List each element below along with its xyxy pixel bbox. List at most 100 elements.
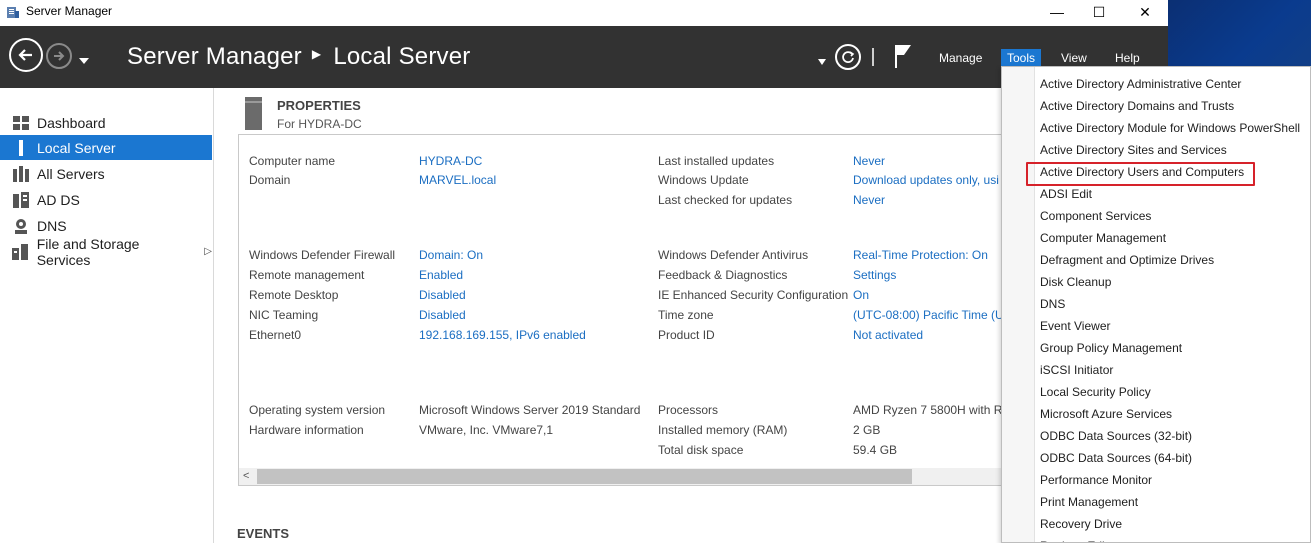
prop-label: Ethernet0	[249, 328, 302, 342]
sidebar-item-dashboard[interactable]: Dashboard	[0, 110, 212, 135]
tools-menu-item-performance-monitor[interactable]: Performance Monitor	[1040, 469, 1152, 491]
computer-name-link[interactable]: HYDRA-DC	[419, 154, 482, 168]
tools-menu-item-disk-cleanup[interactable]: Disk Cleanup	[1040, 271, 1111, 293]
close-button[interactable]: ✕	[1122, 0, 1168, 24]
tools-menu-item-print-management[interactable]: Print Management	[1040, 491, 1138, 513]
processors-value: AMD Ryzen 7 5800H with Ra	[853, 403, 1010, 417]
prop-label: Remote management	[249, 268, 365, 282]
sidebar-item-file-storage[interactable]: File and Storage Services ▷	[0, 236, 212, 268]
sidebar-item-ad-ds[interactable]: AD DS	[0, 187, 212, 212]
prop-label: Remote Desktop	[249, 288, 339, 302]
local-server-icon	[12, 139, 29, 156]
tools-menu-item-active-directory-domains-and-trusts[interactable]: Active Directory Domains and Trusts	[1040, 95, 1234, 117]
properties-panel: Computer name HYDRA-DC Domain MARVEL.loc…	[238, 134, 1018, 486]
scroll-left-icon[interactable]: <	[243, 468, 249, 485]
menu-help[interactable]: Help	[1109, 49, 1146, 67]
windows-update-link[interactable]: Download updates only, usi	[853, 173, 999, 187]
firewall-link[interactable]: Domain: On	[419, 248, 483, 262]
disk-space-value: 59.4 GB	[853, 443, 898, 457]
horizontal-scrollbar[interactable]: <	[239, 468, 1001, 485]
sidebar-item-label: File and Storage Services	[36, 235, 140, 268]
scrollbar-thumb[interactable]	[257, 469, 912, 484]
tools-menu-item-adsi-edit[interactable]: ADSI Edit	[1040, 183, 1092, 205]
tools-menu-item-recovery-drive[interactable]: Recovery Drive	[1040, 513, 1122, 535]
prop-label: Domain	[249, 173, 291, 187]
breadcrumb-app-name: Server Manager	[127, 43, 302, 70]
close-icon: ✕	[1139, 3, 1151, 20]
tools-menu-item-iscsi-initiator[interactable]: iSCSI Initiator	[1040, 359, 1113, 381]
sidebar-item-label: Local Server	[37, 139, 116, 156]
last-installed-updates-link[interactable]: Never	[853, 154, 885, 168]
tools-menu-item-odbc-data-sources-32-bit[interactable]: ODBC Data Sources (32-bit)	[1040, 425, 1192, 447]
feedback-diagnostics-link[interactable]: Settings	[853, 268, 896, 282]
file-storage-icon	[12, 243, 29, 260]
tools-menu-item-event-viewer[interactable]: Event Viewer	[1040, 315, 1110, 337]
prop-label: Last installed updates	[658, 154, 775, 168]
prop-label: Windows Defender Firewall	[249, 248, 396, 262]
properties-subtitle: For HYDRA-DC	[277, 117, 362, 131]
tools-menu-item-active-directory-administrative-center[interactable]: Active Directory Administrative Center	[1040, 73, 1241, 95]
maximize-button[interactable]: ☐	[1076, 0, 1122, 24]
prop-label: Last checked for updates	[658, 193, 793, 207]
tools-menu-item-component-services[interactable]: Component Services	[1040, 205, 1151, 227]
prop-label: Product ID	[658, 328, 715, 342]
domain-link[interactable]: MARVEL.local	[419, 173, 496, 187]
os-version-value: Microsoft Windows Server 2019 Standard	[419, 403, 641, 417]
desktop-background	[1168, 0, 1311, 72]
notifications-flag-icon[interactable]	[893, 43, 913, 72]
remote-management-link[interactable]: Enabled	[419, 268, 463, 282]
breadcrumb-separator-icon: ▶	[311, 46, 322, 61]
prop-label: Windows Defender Antivirus	[658, 248, 809, 262]
refresh-button[interactable]	[835, 44, 861, 70]
history-dropdown-icon[interactable]	[79, 53, 89, 67]
menu-manage[interactable]: Manage	[933, 49, 988, 67]
breadcrumb: Server Manager ▶ Local Server	[127, 43, 470, 71]
tools-menu-item-local-security-policy[interactable]: Local Security Policy	[1040, 381, 1151, 403]
forward-button[interactable]	[46, 43, 72, 69]
time-zone-link[interactable]: (UTC-08:00) Pacific Time (US	[853, 308, 1012, 322]
tools-menu-item-odbc-data-sources-64-bit[interactable]: ODBC Data Sources (64-bit)	[1040, 447, 1192, 469]
notifications-dropdown-icon[interactable]	[818, 54, 826, 68]
forward-arrow-icon	[54, 51, 65, 61]
nic-teaming-link[interactable]: Disabled	[419, 308, 466, 322]
prop-label: Total disk space	[658, 443, 744, 457]
properties-title: PROPERTIES	[277, 98, 361, 113]
sidebar-item-all-servers[interactable]: All Servers	[0, 161, 212, 186]
antivirus-link[interactable]: Real-Time Protection: On	[853, 248, 988, 262]
sidebar-item-label: All Servers	[37, 165, 105, 182]
remote-desktop-link[interactable]: Disabled	[419, 288, 466, 302]
expand-arrow-icon[interactable]: ▷	[204, 246, 212, 257]
tools-menu-item-active-directory-sites-and-services[interactable]: Active Directory Sites and Services	[1040, 139, 1227, 161]
product-id-link[interactable]: Not activated	[853, 328, 923, 342]
tools-menu-item-microsoft-azure-services[interactable]: Microsoft Azure Services	[1040, 403, 1172, 425]
prop-label: Processors	[658, 403, 719, 417]
sidebar-item-label: AD DS	[37, 191, 80, 208]
sidebar-item-local-server[interactable]: Local Server	[0, 135, 212, 160]
window-title-bar: Server Manager — ☐ ✕	[0, 0, 1168, 26]
tools-menu-item-registry-editor[interactable]: Registry Editor	[1040, 535, 1119, 542]
minimize-button[interactable]: —	[1034, 0, 1080, 24]
back-button[interactable]	[9, 38, 43, 72]
tools-menu-item-active-directory-module-for-windows-powershell[interactable]: Active Directory Module for Windows Powe…	[1040, 117, 1300, 139]
header-divider	[872, 48, 874, 66]
events-title: EVENTS	[237, 526, 290, 541]
memory-value: 2 GB	[853, 423, 881, 437]
tools-menu-item-computer-management[interactable]: Computer Management	[1040, 227, 1166, 249]
last-checked-updates-link[interactable]: Never	[853, 193, 885, 207]
minimize-icon: —	[1050, 4, 1064, 20]
tools-menu-item-group-policy-management[interactable]: Group Policy Management	[1040, 337, 1182, 359]
menu-icon-gutter	[1002, 67, 1035, 542]
ie-esc-link[interactable]: On	[853, 288, 869, 302]
menu-tools[interactable]: Tools	[1001, 49, 1042, 67]
highlight-annotation-box	[1026, 162, 1255, 186]
sidebar-item-dns[interactable]: DNS	[0, 213, 212, 238]
tools-menu-item-defragment-and-optimize-drives[interactable]: Defragment and Optimize Drives	[1040, 249, 1214, 271]
prop-label: Windows Update	[658, 173, 749, 187]
menu-view[interactable]: View	[1055, 49, 1093, 67]
sidebar-item-label: DNS	[37, 217, 67, 234]
ethernet-link[interactable]: 192.168.169.155, IPv6 enabled	[419, 328, 586, 342]
ad-ds-icon	[12, 191, 29, 208]
server-manager-app-icon	[6, 5, 20, 19]
back-arrow-icon	[18, 49, 32, 61]
tools-menu-item-dns[interactable]: DNS	[1040, 293, 1065, 315]
